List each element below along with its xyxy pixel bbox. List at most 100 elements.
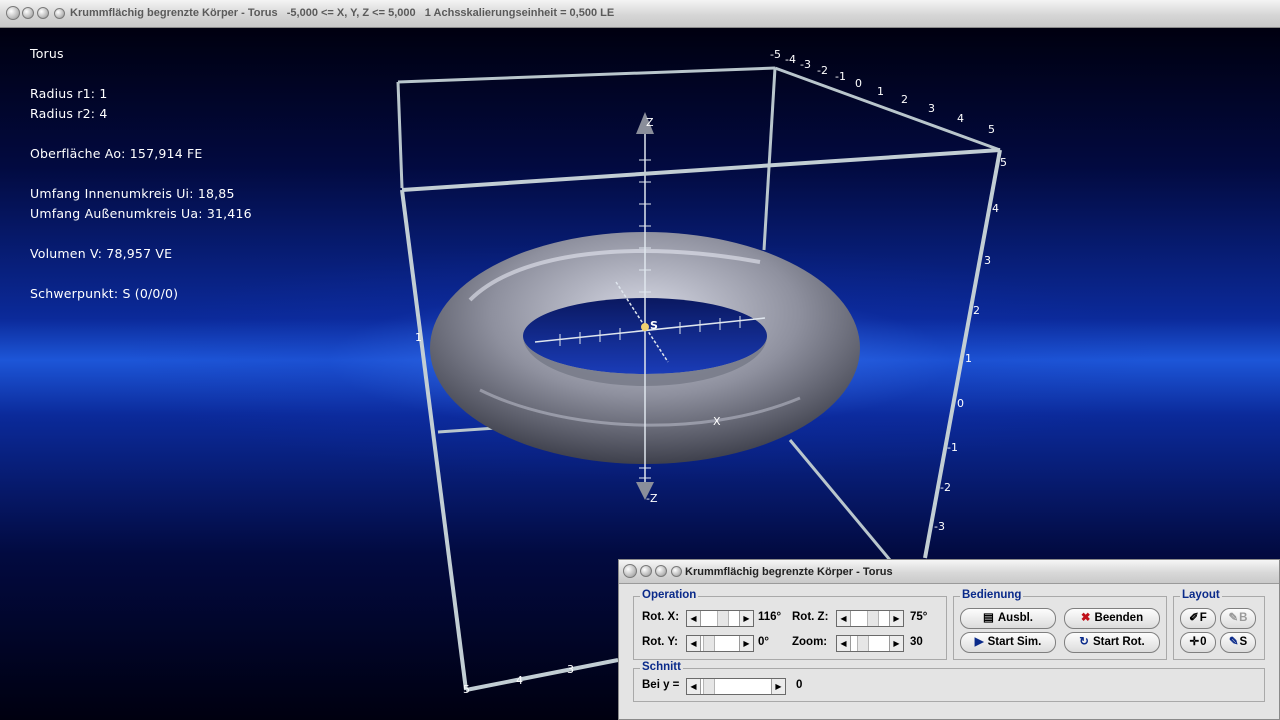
layout-origin-button[interactable]: ✛0: [1180, 632, 1216, 653]
centroid: Schwerpunkt: S (0/0/0): [30, 286, 179, 301]
minimize-window-button[interactable]: [22, 7, 34, 19]
right-tick-label: -3: [934, 520, 945, 533]
slider-right-arrow-icon[interactable]: ▶: [889, 611, 903, 626]
slider-left-arrow-icon[interactable]: ◀: [837, 636, 851, 651]
slider-left-arrow-icon[interactable]: ◀: [687, 636, 701, 651]
start-sim-label: Start Sim.: [987, 636, 1042, 648]
control-menu-icon[interactable]: [671, 566, 682, 577]
close-window-button[interactable]: [6, 6, 20, 20]
solid-name: Torus: [30, 46, 64, 61]
operation-group-title: Operation: [640, 589, 699, 601]
crosshair-icon: ✛: [1189, 636, 1200, 648]
top-tick-label: -2: [817, 64, 828, 77]
layout-origin-label: 0: [1200, 636, 1207, 648]
zoom-slider[interactable]: ◀ ▶: [836, 635, 904, 652]
control-maximize-button[interactable]: [655, 565, 667, 577]
right-tick-label: 3: [984, 254, 991, 267]
play-icon: ▶: [974, 636, 984, 648]
brush-icon: ✐: [1189, 612, 1199, 624]
rotate-icon: ↻: [1079, 636, 1089, 648]
slider-thumb[interactable]: [703, 679, 715, 694]
layout-s-button[interactable]: ✎S: [1220, 632, 1256, 653]
slider-right-arrow-icon[interactable]: ▶: [739, 611, 753, 626]
main-title-bar: Krummflächig begrenzte Körper - Torus -5…: [0, 0, 1280, 28]
surface-area: Oberfläche Ao: 157,914 FE: [30, 146, 203, 161]
rot-x-slider[interactable]: ◀ ▶: [686, 610, 754, 627]
z-axis-label: Z: [646, 116, 654, 129]
rot-y-slider[interactable]: ◀ ▶: [686, 635, 754, 652]
layout-b-button[interactable]: ✎B: [1220, 608, 1256, 629]
slider-right-arrow-icon[interactable]: ▶: [889, 636, 903, 651]
centroid-point: [641, 323, 649, 331]
right-tick-label: -1: [947, 441, 958, 454]
top-tick-label: -5: [770, 48, 781, 61]
slider-thumb[interactable]: [703, 636, 715, 651]
centroid-label: S: [650, 319, 658, 332]
outer-circumference: Umfang Außenumkreis Ua: 31,416: [30, 206, 252, 221]
right-tick-label: 1: [965, 352, 972, 365]
start-rot-label: Start Rot.: [1092, 636, 1145, 648]
radius-r1: Radius r1: 1: [30, 86, 108, 101]
slider-left-arrow-icon[interactable]: ◀: [687, 611, 701, 626]
rot-x-value: 116°: [758, 611, 782, 623]
x-axis-label: X: [713, 415, 721, 428]
maximize-window-button[interactable]: [37, 7, 49, 19]
schnitt-y-slider[interactable]: ◀ ▶: [686, 678, 786, 695]
slider-thumb[interactable]: [867, 611, 879, 626]
rot-z-value: 75°: [910, 611, 928, 623]
zoom-label: Zoom:: [792, 636, 828, 648]
top-tick-label: 5: [988, 123, 995, 136]
control-title-bar[interactable]: Krummflächig begrenzte Körper - Torus: [619, 560, 1279, 584]
top-tick-label: 1: [877, 85, 884, 98]
schnitt-value: 0: [796, 679, 803, 691]
layout-s-label: S: [1239, 636, 1248, 648]
rot-y-label: Rot. Y:: [642, 636, 678, 648]
bottom-tick-label: 3: [567, 663, 574, 676]
close-icon: ✖: [1080, 612, 1091, 624]
ausbl-button[interactable]: ▤ Ausbl.: [960, 608, 1056, 629]
rot-x-label: Rot. X:: [642, 611, 680, 623]
bedienung-group: Bedienung ▤ Ausbl. ✖ Beenden ▶ Start Sim. ↻…: [953, 589, 1167, 660]
beenden-button[interactable]: ✖ Beenden: [1064, 608, 1160, 629]
slider-left-arrow-icon[interactable]: ◀: [837, 611, 851, 626]
top-tick-label: 0: [855, 77, 862, 90]
control-window: Krummflächig begrenzte Körper - Torus Op…: [618, 559, 1280, 720]
bedienung-group-title: Bedienung: [960, 589, 1024, 601]
right-tick-label: 2: [973, 304, 980, 317]
slider-left-arrow-icon[interactable]: ◀: [687, 679, 701, 694]
neg-z-axis-label: -Z: [646, 492, 658, 505]
slider-thumb[interactable]: [857, 636, 869, 651]
volume: Volumen V: 78,957 VE: [30, 246, 173, 261]
start-sim-button[interactable]: ▶ Start Sim.: [960, 632, 1056, 653]
control-minimize-button[interactable]: [640, 565, 652, 577]
schnitt-label: Bei y =: [642, 679, 680, 691]
left-tick-label: 1: [415, 331, 422, 344]
control-close-button[interactable]: [623, 564, 637, 578]
slider-thumb[interactable]: [717, 611, 729, 626]
right-tick-label: -2: [940, 481, 951, 494]
right-tick-label: 0: [957, 397, 964, 410]
hide-icon: ▤: [982, 612, 994, 624]
layout-group-title: Layout: [1180, 589, 1222, 601]
rot-y-value: 0°: [758, 636, 769, 648]
start-rot-button[interactable]: ↻ Start Rot.: [1064, 632, 1160, 653]
layout-f-button[interactable]: ✐F: [1180, 608, 1216, 629]
top-tick-label: 3: [928, 102, 935, 115]
right-tick-label: 4: [992, 202, 999, 215]
top-tick-label: 2: [901, 93, 908, 106]
schnitt-group: Schnitt Bei y = ◀ ▶ 0: [633, 661, 1265, 702]
operation-group: Operation Rot. X: ◀ ▶ 116° Rot. Z: ◀ ▶ 7…: [633, 589, 947, 660]
rot-z-slider[interactable]: ◀ ▶: [836, 610, 904, 627]
window-menu-icon[interactable]: [54, 8, 65, 19]
top-tick-label: 4: [957, 112, 964, 125]
bottom-tick-label: 5: [463, 683, 470, 696]
schnitt-group-title: Schnitt: [640, 661, 683, 673]
right-tick-label: 5: [1000, 156, 1007, 169]
radius-r2: Radius r2: 4: [30, 106, 108, 121]
ausbl-label: Ausbl.: [997, 612, 1033, 624]
slider-right-arrow-icon[interactable]: ▶: [771, 679, 785, 694]
top-tick-label: -3: [800, 58, 811, 71]
slider-right-arrow-icon[interactable]: ▶: [739, 636, 753, 651]
bottom-tick-label: 4: [516, 674, 523, 687]
window-title: Krummflächig begrenzte Körper - Torus -5…: [70, 7, 615, 19]
